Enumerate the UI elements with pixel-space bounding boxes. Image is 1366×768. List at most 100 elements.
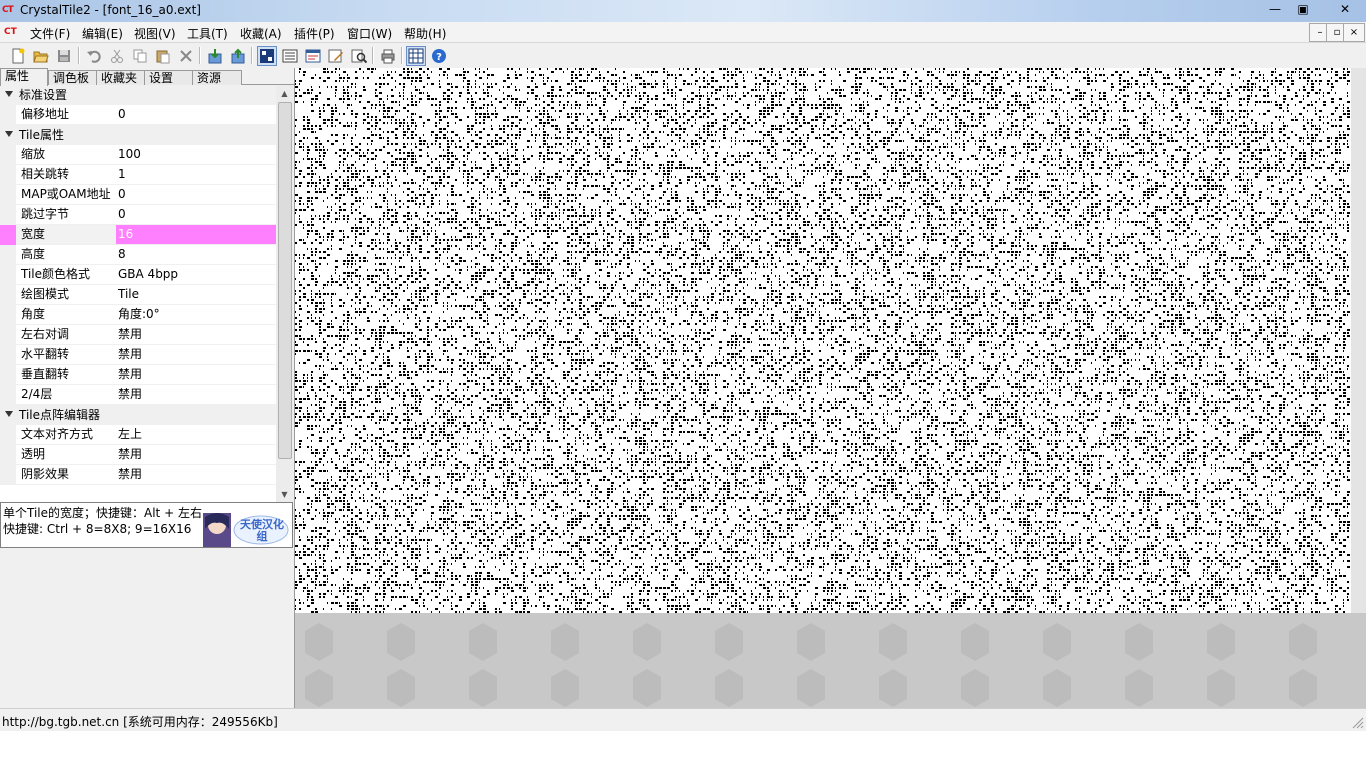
property-row-gutter: [0, 145, 16, 165]
menu-plugins[interactable]: 插件(P): [294, 25, 335, 42]
menu-file[interactable]: 文件(F): [30, 25, 70, 42]
cut-icon[interactable]: [107, 46, 126, 65]
property-row[interactable]: 跳过字节 0: [0, 205, 276, 225]
property-row[interactable]: 高度 8: [0, 245, 276, 265]
help-icon[interactable]: ?: [429, 46, 448, 65]
property-row[interactable]: 2/4层 禁用: [0, 385, 276, 405]
property-value[interactable]: 8: [116, 245, 276, 265]
property-row[interactable]: 阴影效果 禁用: [0, 465, 276, 485]
menu-window[interactable]: 窗口(W): [347, 25, 392, 42]
property-value[interactable]: 左上: [116, 425, 276, 445]
property-row[interactable]: 相关跳转 1: [0, 165, 276, 185]
property-row[interactable]: 左右对调 禁用: [0, 325, 276, 345]
svg-text:?: ?: [436, 52, 442, 63]
copy-icon[interactable]: [130, 46, 149, 65]
property-name: 偏移地址: [16, 105, 120, 125]
property-row[interactable]: 透明 禁用: [0, 445, 276, 465]
undo-icon[interactable]: [84, 46, 103, 65]
property-category[interactable]: 标准设置: [0, 85, 276, 105]
property-value[interactable]: 100: [116, 145, 276, 165]
property-value[interactable]: 16: [116, 225, 276, 245]
property-value[interactable]: 0: [116, 105, 276, 125]
property-value[interactable]: 禁用: [116, 345, 276, 365]
background-watermark-icon: [305, 623, 333, 661]
background-watermark-icon: [1043, 669, 1071, 707]
property-category[interactable]: Tile点阵编辑器: [0, 405, 276, 425]
tab-resources[interactable]: 资源: [192, 70, 242, 85]
import-icon[interactable]: [205, 46, 224, 65]
save-icon[interactable]: [54, 46, 73, 65]
property-value[interactable]: 0: [116, 205, 276, 225]
property-value[interactable]: 禁用: [116, 365, 276, 385]
property-value[interactable]: 禁用: [116, 465, 276, 485]
property-help-box: 单个Tile的宽度；快捷键：Alt + 左右 快捷键: Ctrl + 8=8X8…: [0, 502, 293, 548]
print-icon[interactable]: [378, 46, 397, 65]
background-watermark-icon: [1043, 623, 1071, 661]
property-name: 2/4层: [16, 385, 120, 405]
resize-grip-icon[interactable]: [1350, 715, 1364, 729]
tile-view-icon[interactable]: [257, 46, 277, 66]
property-value[interactable]: 1: [116, 165, 276, 185]
menu-favorites[interactable]: 收藏(A): [240, 25, 282, 42]
tab-properties[interactable]: 属性: [0, 68, 48, 86]
maximize-button[interactable]: ▣: [1290, 0, 1316, 18]
open-folder-icon[interactable]: [31, 46, 50, 65]
new-file-icon[interactable]: [8, 46, 27, 65]
property-value[interactable]: 禁用: [116, 385, 276, 405]
property-row-gutter: [0, 325, 16, 345]
hex-view-icon[interactable]: [280, 46, 299, 65]
property-grid-scrollbar[interactable]: ▲ ▼: [276, 85, 293, 503]
tab-palette[interactable]: 调色板: [48, 70, 98, 85]
help-shortcut: 快捷键: Ctrl + 8=8X8; 9=16X16: [3, 522, 192, 536]
property-row[interactable]: 垂直翻转 禁用: [0, 365, 276, 385]
property-row-selected[interactable]: 宽度 16: [0, 225, 276, 245]
delete-icon[interactable]: [176, 46, 195, 65]
close-button[interactable]: ✕: [1326, 0, 1364, 18]
grid-icon[interactable]: [406, 46, 426, 66]
export-icon[interactable]: [228, 46, 247, 65]
property-value[interactable]: 角度:0°: [116, 305, 276, 325]
property-value[interactable]: GBA 4bpp: [116, 265, 276, 285]
collapse-caret-icon[interactable]: [5, 411, 13, 417]
tile-canvas-area[interactable]: [295, 68, 1366, 708]
tab-favorites[interactable]: 收藏夹: [96, 70, 146, 85]
property-row[interactable]: 绘图模式 Tile: [0, 285, 276, 305]
background-watermark-icon: [469, 623, 497, 661]
property-row-gutter: [0, 385, 16, 405]
scroll-up-arrow-icon[interactable]: ▲: [276, 85, 293, 102]
property-row[interactable]: 缩放 100: [0, 145, 276, 165]
team-logo-text: 天使汉化组: [240, 518, 284, 543]
property-row[interactable]: MAP或OAM地址 0: [0, 185, 276, 205]
property-value[interactable]: 0: [116, 185, 276, 205]
scrollbar-thumb[interactable]: [278, 102, 292, 459]
scroll-down-arrow-icon[interactable]: ▼: [276, 486, 293, 503]
property-row[interactable]: 文本对齐方式 左上: [0, 425, 276, 445]
toolbar-separator: [372, 47, 374, 64]
background-watermark-icon: [633, 623, 661, 661]
property-row[interactable]: Tile颜色格式 GBA 4bpp: [0, 265, 276, 285]
toolbar-separator: [251, 47, 253, 64]
menu-tools[interactable]: 工具(T): [187, 25, 228, 42]
property-row[interactable]: 水平翻转 禁用: [0, 345, 276, 365]
property-row[interactable]: 偏移地址 0: [0, 105, 276, 125]
minimize-button[interactable]: —: [1262, 0, 1288, 18]
edit-icon[interactable]: [326, 46, 345, 65]
search-icon[interactable]: [349, 46, 368, 65]
status-bar: http://bg.tgb.net.cn [系统可用内存：249556Kb]: [0, 708, 1366, 731]
paste-icon[interactable]: [153, 46, 172, 65]
canvas-scrollbar[interactable]: [1351, 68, 1366, 613]
menu-edit[interactable]: 编辑(E): [82, 25, 123, 42]
mdi-close-button[interactable]: ×: [1343, 23, 1365, 42]
tile-view[interactable]: [295, 68, 1351, 613]
property-value[interactable]: 禁用: [116, 325, 276, 345]
property-row[interactable]: 角度 角度:0°: [0, 305, 276, 325]
collapse-caret-icon[interactable]: [5, 91, 13, 97]
collapse-caret-icon[interactable]: [5, 131, 13, 137]
property-category[interactable]: Tile属性: [0, 125, 276, 145]
property-value[interactable]: Tile: [116, 285, 276, 305]
tab-settings[interactable]: 设置: [144, 70, 194, 85]
menu-view[interactable]: 视图(V): [134, 25, 176, 42]
menu-help[interactable]: 帮助(H): [404, 25, 446, 42]
map-view-icon[interactable]: [303, 46, 322, 65]
property-value[interactable]: 禁用: [116, 445, 276, 465]
